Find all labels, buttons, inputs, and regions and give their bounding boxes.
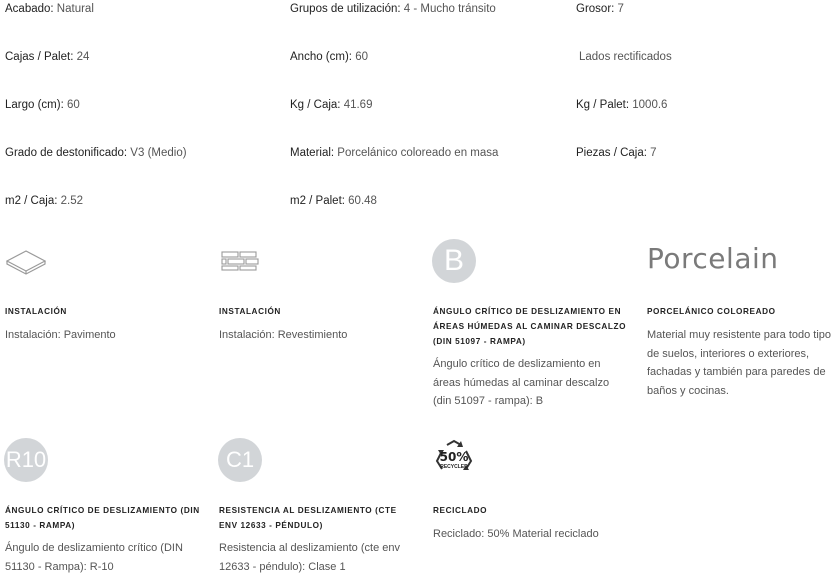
- spec-lados-rectificados: Lados rectificados: [579, 51, 672, 63]
- spec-grosor: Grosor: 7: [576, 3, 624, 15]
- recycled-label: RECYCLED: [440, 464, 468, 470]
- slip-class-c1-badge: C1: [218, 438, 262, 482]
- spec-piezas-caja: Piezas / Caja: 7: [576, 147, 657, 159]
- spec-acabado: Acabado: Natural: [5, 3, 94, 15]
- spec-destonificado: Grado de destonificado: V3 (Medio): [5, 147, 187, 159]
- spec-cajas-palet: Cajas / Palet: 24: [5, 51, 90, 63]
- feature-title-din51097: ÁNGULO CRÍTICO DE DESLIZAMIENTO EN ÁREAS…: [433, 307, 627, 346]
- floor-tile-icon: [5, 250, 47, 281]
- spec-m2-caja: m2 / Caja: 2.52: [5, 195, 83, 207]
- porcelain-logo: Porcelain: [647, 242, 779, 275]
- spec-grupos-utilizacion: Grupos de utilización: 4 - Mucho tránsit…: [290, 3, 496, 15]
- recycled-icon: 50% RECYCLED: [433, 439, 475, 479]
- feature-desc-din51130: Ángulo de deslizamiento crítico (DIN 511…: [5, 542, 183, 573]
- feature-title-revestimiento: INSTALACIÓN: [219, 307, 281, 316]
- feature-desc-pavimento: Instalación: Pavimento: [5, 329, 116, 341]
- feature-title-pavimento: INSTALACIÓN: [5, 307, 67, 316]
- spec-largo: Largo (cm): 60: [5, 99, 80, 111]
- feature-title-porcelanico: PORCELÁNICO COLOREADO: [647, 307, 776, 316]
- feature-desc-din51097: Ángulo crítico de deslizamiento en áreas…: [433, 358, 610, 407]
- slip-rating-b-badge: B: [432, 239, 476, 283]
- spec-m2-palet: m2 / Palet: 60.48: [290, 195, 377, 207]
- feature-title-din51130: ÁNGULO CRÍTICO DE DESLIZAMIENTO (DIN 511…: [5, 506, 200, 530]
- wall-bricks-icon: [221, 251, 259, 276]
- feature-desc-reciclado: Reciclado: 50% Material reciclado: [433, 528, 599, 540]
- feature-title-reciclado: RECICLADO: [433, 506, 488, 515]
- spec-ancho: Ancho (cm): 60: [290, 51, 368, 63]
- spec-material: Material: Porcelánico coloreado en masa: [290, 147, 499, 159]
- feature-desc-revestimiento: Instalación: Revestimiento: [219, 329, 348, 341]
- spec-kg-palet: Kg / Palet: 1000.6: [576, 99, 668, 111]
- feature-desc-cte: Resistencia al deslizamiento (cte env 12…: [219, 542, 400, 573]
- feature-title-cte: RESISTENCIA AL DESLIZAMIENTO (CTE ENV 12…: [219, 506, 397, 530]
- feature-desc-porcelanico: Material muy resistente para todo tipo d…: [647, 329, 832, 397]
- slip-rating-r10-badge: R10: [4, 438, 48, 482]
- spec-kg-caja: Kg / Caja: 41.69: [290, 99, 373, 111]
- recycled-percent: 50%: [439, 450, 469, 464]
